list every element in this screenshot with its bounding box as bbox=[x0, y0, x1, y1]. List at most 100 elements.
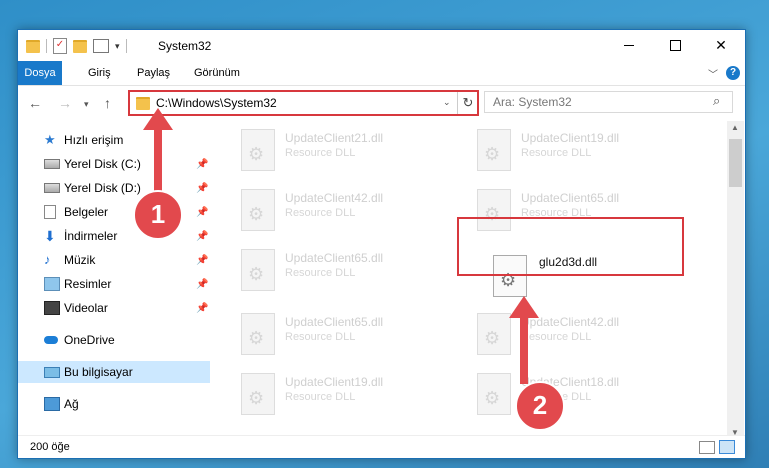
ribbon-tabs: Dosya Giriş Paylaş Görünüm ﹀ ? bbox=[18, 61, 745, 86]
file-type: Resource DLL bbox=[285, 147, 356, 159]
sidebar-item-label: Yerel Disk (D:) bbox=[64, 181, 141, 195]
tab-file[interactable]: Dosya bbox=[18, 61, 62, 85]
pin-icon: 📌 bbox=[196, 182, 209, 194]
download-icon: ⬇ bbox=[44, 228, 56, 244]
scrollbar-thumb[interactable] bbox=[729, 139, 742, 187]
search-icon[interactable]: ⌕ bbox=[713, 93, 720, 109]
customize-qat-chevron-icon[interactable]: ▾ bbox=[115, 41, 120, 52]
sidebar-item-this-pc[interactable]: Bu bilgisayar bbox=[18, 361, 210, 383]
highlight-box-file bbox=[457, 217, 684, 276]
step-callout-2: 2 bbox=[515, 381, 565, 431]
sidebar-item-pictures[interactable]: Resimler 📌 bbox=[18, 273, 210, 295]
sidebar-item-label: Ağ bbox=[64, 397, 79, 411]
address-path[interactable]: C:\Windows\System32 bbox=[156, 96, 277, 110]
drive-icon bbox=[44, 183, 60, 193]
vertical-scrollbar[interactable]: ▲ ▼ bbox=[727, 121, 744, 441]
title-bar: ✓ ▾ System32 ✕ bbox=[18, 30, 745, 61]
sidebar-item-music[interactable]: ♪ Müzik 📌 bbox=[18, 249, 210, 271]
annotation-arrow bbox=[520, 314, 528, 384]
scroll-up-icon[interactable]: ▲ bbox=[731, 123, 739, 132]
file-item[interactable]: UpdateClient21.dll Resource DLL bbox=[211, 123, 411, 179]
close-button[interactable]: ✕ bbox=[698, 30, 744, 61]
dll-file-icon bbox=[241, 313, 275, 355]
recent-locations-chevron-icon[interactable]: ▾ bbox=[84, 99, 89, 110]
file-type: Resource DLL bbox=[285, 331, 356, 343]
file-name: UpdateClient65.dll bbox=[285, 251, 384, 265]
search-input[interactable]: Ara: System32 bbox=[493, 95, 572, 109]
tab-view[interactable]: Görünüm bbox=[194, 61, 240, 85]
file-item[interactable]: UpdateClient19.dll Resource DLL bbox=[211, 367, 411, 423]
up-arrow-icon[interactable]: ↑ bbox=[104, 95, 111, 111]
documents-icon bbox=[44, 205, 56, 219]
file-type: Resource DLL bbox=[285, 207, 356, 219]
sidebar-item-label: Bu bilgisayar bbox=[64, 365, 133, 379]
forward-arrow-icon[interactable]: → bbox=[58, 95, 72, 111]
dll-file-icon bbox=[241, 373, 275, 415]
drive-icon bbox=[44, 159, 60, 169]
sidebar-item-label: Yerel Disk (C:) bbox=[64, 157, 141, 171]
file-name: UpdateClient21.dll bbox=[285, 131, 384, 145]
file-type: Resource DLL bbox=[521, 331, 592, 343]
properties-check-icon[interactable]: ✓ bbox=[53, 38, 67, 54]
file-item[interactable]: UpdateClient65.dll Resource DLL bbox=[211, 243, 411, 299]
file-list: UpdateClient21.dll Resource DLL UpdateCl… bbox=[211, 121, 727, 441]
sidebar-item-label: Hızlı erişim bbox=[64, 133, 124, 147]
annotation-arrow bbox=[154, 126, 162, 194]
sidebar-item-local-disk-c[interactable]: Yerel Disk (C:) 📌 bbox=[18, 153, 210, 175]
file-name: UpdateClient19.dll bbox=[285, 375, 384, 389]
sidebar-item-label: OneDrive bbox=[64, 333, 115, 347]
navigation-bar: ← → ▾ ↑ C:\Windows\System32 ⌄ ↻ Ara: Sys… bbox=[18, 85, 745, 121]
tab-home[interactable]: Giriş bbox=[88, 61, 111, 85]
pin-icon: 📌 bbox=[196, 230, 209, 242]
minimize-icon bbox=[624, 45, 634, 46]
new-folder-icon[interactable] bbox=[73, 39, 87, 53]
tab-share[interactable]: Paylaş bbox=[137, 61, 170, 85]
expand-ribbon-chevron-icon[interactable]: ﹀ bbox=[708, 66, 718, 81]
network-icon bbox=[44, 397, 60, 411]
videos-icon bbox=[44, 301, 60, 315]
search-box[interactable]: Ara: System32 ⌕ bbox=[484, 91, 733, 113]
address-bar[interactable]: C:\Windows\System32 ⌄ ↻ bbox=[128, 90, 479, 116]
sidebar-item-label: Müzik bbox=[64, 253, 96, 267]
separator bbox=[125, 39, 127, 53]
file-name: UpdateClient42.dll bbox=[285, 191, 384, 205]
pin-icon: 📌 bbox=[196, 206, 209, 218]
status-bar: 200 öğe bbox=[18, 435, 745, 458]
sidebar-item-label: Belgeler bbox=[64, 205, 109, 219]
pictures-icon bbox=[44, 277, 60, 291]
sidebar-item-network[interactable]: Ağ bbox=[18, 393, 210, 415]
help-icon[interactable]: ? bbox=[726, 66, 740, 80]
address-history-chevron-icon[interactable]: ⌄ bbox=[443, 97, 451, 108]
dll-file-icon bbox=[477, 373, 511, 415]
back-arrow-icon[interactable]: ← bbox=[28, 95, 42, 111]
file-name: UpdateClient65.dll bbox=[521, 191, 620, 205]
file-item[interactable]: UpdateClient42.dll Resource DLL bbox=[211, 183, 411, 239]
details-view-icon[interactable] bbox=[699, 441, 715, 454]
file-item[interactable]: UpdateClient65.dll Resource DLL bbox=[211, 307, 411, 363]
sidebar-item-onedrive[interactable]: OneDrive bbox=[18, 329, 210, 351]
window-title: System32 bbox=[158, 39, 212, 53]
file-name: UpdateClient65.dll bbox=[285, 315, 384, 329]
sidebar-item-quick-access[interactable]: ★ Hızlı erişim bbox=[18, 129, 210, 151]
this-pc-icon bbox=[44, 366, 60, 378]
file-name: UpdateClient19.dll bbox=[521, 131, 620, 145]
refresh-icon[interactable]: ↻ bbox=[457, 92, 478, 114]
sidebar-item-videos[interactable]: Videolar 📌 bbox=[18, 297, 210, 319]
file-type: Resource DLL bbox=[521, 147, 592, 159]
file-item[interactable]: UpdateClient19.dll Resource DLL bbox=[447, 123, 647, 179]
minimize-button[interactable] bbox=[606, 30, 652, 61]
folder-icon[interactable] bbox=[26, 39, 40, 53]
sidebar-item-local-disk-d[interactable]: Yerel Disk (D:) 📌 bbox=[18, 177, 210, 199]
pin-icon: 📌 bbox=[196, 278, 209, 290]
item-count: 200 öğe bbox=[30, 441, 70, 453]
navigation-pane: ★ Hızlı erişim Yerel Disk (C:) 📌 Yerel D… bbox=[18, 121, 210, 441]
sidebar-item-downloads[interactable]: ⬇ İndirmeler 📌 bbox=[18, 225, 210, 247]
file-type: Resource DLL bbox=[285, 267, 356, 279]
maximize-button[interactable] bbox=[652, 30, 698, 61]
sidebar-item-label: İndirmeler bbox=[64, 229, 118, 243]
step-callout-1: 1 bbox=[133, 190, 183, 240]
file-item[interactable]: UpdateClient42.dll Resource DLL bbox=[447, 307, 647, 363]
properties-icon[interactable] bbox=[93, 39, 109, 53]
pin-icon: 📌 bbox=[196, 254, 209, 266]
large-icons-view-icon[interactable] bbox=[719, 440, 735, 454]
